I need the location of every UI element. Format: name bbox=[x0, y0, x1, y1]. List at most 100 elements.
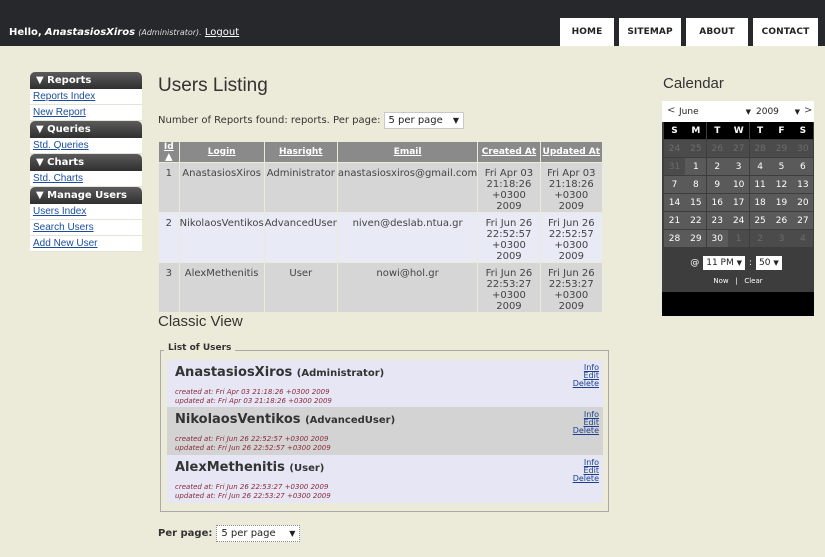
calendar-minute-select[interactable]: 50 ▼ bbox=[756, 256, 782, 270]
calendar-clear-button[interactable]: Clear bbox=[744, 277, 762, 285]
sidebar-section-manage-users[interactable]: ▼ Manage Users bbox=[30, 187, 142, 204]
calendar-day[interactable]: 15 bbox=[685, 194, 707, 211]
calendar-day[interactable]: 10 bbox=[728, 176, 750, 193]
col-updated-at[interactable]: Updated At bbox=[540, 142, 602, 162]
calendar-day[interactable]: 27 bbox=[792, 212, 814, 229]
users-table: Id ▲ Login Hasright Email Created At Upd… bbox=[158, 141, 603, 313]
calendar-day[interactable]: 22 bbox=[685, 212, 707, 229]
sidebar-section-queries[interactable]: ▼ Queries bbox=[30, 121, 142, 138]
cell-time: 22:53:27 bbox=[548, 279, 594, 290]
col-created-at[interactable]: Created At bbox=[478, 142, 540, 162]
calendar-day[interactable]: 19 bbox=[770, 194, 792, 211]
logout-link[interactable]: Logout bbox=[205, 27, 239, 38]
calendar-day[interactable]: 3 bbox=[770, 230, 792, 247]
col-login[interactable]: Login bbox=[179, 142, 264, 162]
per-page-select-top[interactable]: 5 per page ▼ bbox=[383, 112, 464, 129]
per-page-select-top-value: 5 per page bbox=[388, 115, 443, 126]
calendar-day[interactable]: 21 bbox=[664, 212, 685, 229]
cell-id: 2 bbox=[159, 213, 179, 262]
sidebar-link-users-index[interactable]: Users Index bbox=[30, 204, 142, 220]
calendar-day[interactable]: 8 bbox=[685, 176, 707, 193]
table-row[interactable]: 3 AlexMethenitis User nowi@hol.gr Fri Ju… bbox=[159, 263, 602, 312]
calendar-day[interactable]: 25 bbox=[685, 140, 707, 157]
calendar-day[interactable]: 25 bbox=[749, 212, 771, 229]
sidebar-section-charts[interactable]: ▼ Charts bbox=[30, 154, 142, 171]
cell-created-at: Fri Jun 26 22:53:27 +0300 2009 bbox=[478, 263, 540, 312]
calendar-day[interactable]: 23 bbox=[706, 212, 728, 229]
cell-time: 21:18:26 bbox=[486, 179, 532, 190]
calendar-day[interactable]: 29 bbox=[770, 140, 792, 157]
calendar-day[interactable]: 16 bbox=[706, 194, 728, 211]
calendar-day[interactable]: 9 bbox=[706, 176, 728, 193]
cell-login: AlexMethenitis bbox=[179, 263, 264, 312]
calendar-day[interactable]: 14 bbox=[664, 194, 685, 211]
calendar-month-select[interactable]: June ▼ bbox=[679, 104, 751, 119]
calendar-day[interactable]: 6 bbox=[792, 158, 814, 175]
nav-home[interactable]: HOME bbox=[560, 18, 614, 46]
calendar-day[interactable]: 24 bbox=[728, 212, 750, 229]
cell-tz: +0300 2009 bbox=[492, 290, 526, 312]
calendar-day[interactable]: 12 bbox=[770, 176, 792, 193]
calendar-day[interactable]: 30 bbox=[706, 230, 728, 247]
greeting: Hello, AnastasiosXiros (Administrator). … bbox=[9, 27, 239, 38]
nav-contact[interactable]: CONTACT bbox=[753, 18, 818, 46]
calendar-day[interactable]: 4 bbox=[749, 158, 771, 175]
calendar-day[interactable]: 20 bbox=[792, 194, 814, 211]
calendar-day[interactable]: 30 bbox=[792, 140, 814, 157]
sidebar-link-std-queries[interactable]: Std. Queries bbox=[30, 138, 142, 154]
nav-about[interactable]: ABOUT bbox=[686, 18, 748, 46]
calendar-week-row: 14 15 16 17 18 19 20 bbox=[664, 194, 814, 212]
user-card-role: (Administrator) bbox=[296, 368, 385, 379]
calendar-day[interactable]: 17 bbox=[728, 194, 750, 211]
sidebar-link-add-new-user[interactable]: Add New User bbox=[30, 236, 142, 252]
calendar-prev-button[interactable]: < bbox=[667, 105, 675, 116]
calendar-day[interactable]: 27 bbox=[728, 140, 750, 157]
calendar-year-select[interactable]: 2009 ▼ bbox=[756, 104, 800, 119]
calendar-now-button[interactable]: Now bbox=[713, 277, 728, 285]
calendar-day[interactable]: 7 bbox=[664, 176, 685, 193]
sidebar-link-search-users[interactable]: Search Users bbox=[30, 220, 142, 236]
calendar-day[interactable]: 13 bbox=[792, 176, 814, 193]
user-card-login: AlexMethenitis bbox=[175, 460, 285, 475]
col-email[interactable]: Email bbox=[337, 142, 478, 162]
calendar-day[interactable]: 28 bbox=[664, 230, 685, 247]
calendar-day[interactable]: 3 bbox=[728, 158, 750, 175]
user-card-actions: Info Edit Delete bbox=[573, 364, 599, 388]
nav-sitemap[interactable]: SITEMAP bbox=[619, 18, 681, 46]
sidebar-link-reports-index[interactable]: Reports Index bbox=[30, 89, 142, 105]
calendar-day[interactable]: 29 bbox=[685, 230, 707, 247]
calendar-day[interactable]: 2 bbox=[749, 230, 771, 247]
sidebar-section-reports[interactable]: ▼ Reports bbox=[30, 72, 142, 89]
cell-email: nowi@hol.gr bbox=[337, 263, 478, 312]
cell-date: Fri Jun 26 bbox=[548, 218, 595, 229]
chevron-down-icon: ▼ bbox=[736, 259, 742, 267]
calendar-day[interactable]: 1 bbox=[728, 230, 750, 247]
sidebar-link-new-report[interactable]: New Report bbox=[30, 105, 142, 121]
calendar-day[interactable]: 5 bbox=[770, 158, 792, 175]
calendar-day[interactable]: 28 bbox=[749, 140, 771, 157]
calendar-day[interactable]: 26 bbox=[706, 140, 728, 157]
calendar-day[interactable]: 18 bbox=[749, 194, 771, 211]
calendar-hour-select[interactable]: 11 PM ▼ bbox=[703, 256, 745, 270]
delete-link[interactable]: Delete bbox=[573, 427, 599, 435]
user-card: NikolaosVentikos (AdvancedUser) created … bbox=[167, 407, 603, 455]
col-hasright[interactable]: Hasright bbox=[264, 142, 337, 162]
calendar-day[interactable]: 24 bbox=[664, 140, 685, 157]
calendar-next-button[interactable]: > bbox=[804, 105, 812, 116]
calendar-day[interactable]: 11 bbox=[749, 176, 771, 193]
calendar-grid: S M T W T F S 24 25 26 27 28 29 30 31 1 2 3 4 5 6 7 8 9 10 11 12 13… bbox=[664, 122, 814, 248]
calendar-week-row: 31 1 2 3 4 5 6 bbox=[664, 158, 814, 176]
sidebar-link-std-charts[interactable]: Std. Charts bbox=[30, 171, 142, 187]
calendar-day[interactable]: 4 bbox=[792, 230, 814, 247]
calendar-weekday-row: SMTWTFS bbox=[664, 122, 814, 140]
delete-link[interactable]: Delete bbox=[573, 475, 599, 483]
per-page-select-bottom[interactable]: 5 per page ▼ bbox=[216, 525, 301, 542]
table-row[interactable]: 2 NikolaosVentikos AdvancedUser niven@de… bbox=[159, 213, 602, 262]
calendar-day[interactable]: 26 bbox=[770, 212, 792, 229]
calendar-day[interactable]: 2 bbox=[706, 158, 728, 175]
col-id[interactable]: Id ▲ bbox=[159, 142, 179, 162]
delete-link[interactable]: Delete bbox=[573, 380, 599, 388]
table-row[interactable]: 1 AnastasiosXiros Administrator anastasi… bbox=[159, 163, 602, 212]
calendar-day[interactable]: 1 bbox=[685, 158, 707, 175]
calendar-day[interactable]: 31 bbox=[664, 158, 685, 175]
